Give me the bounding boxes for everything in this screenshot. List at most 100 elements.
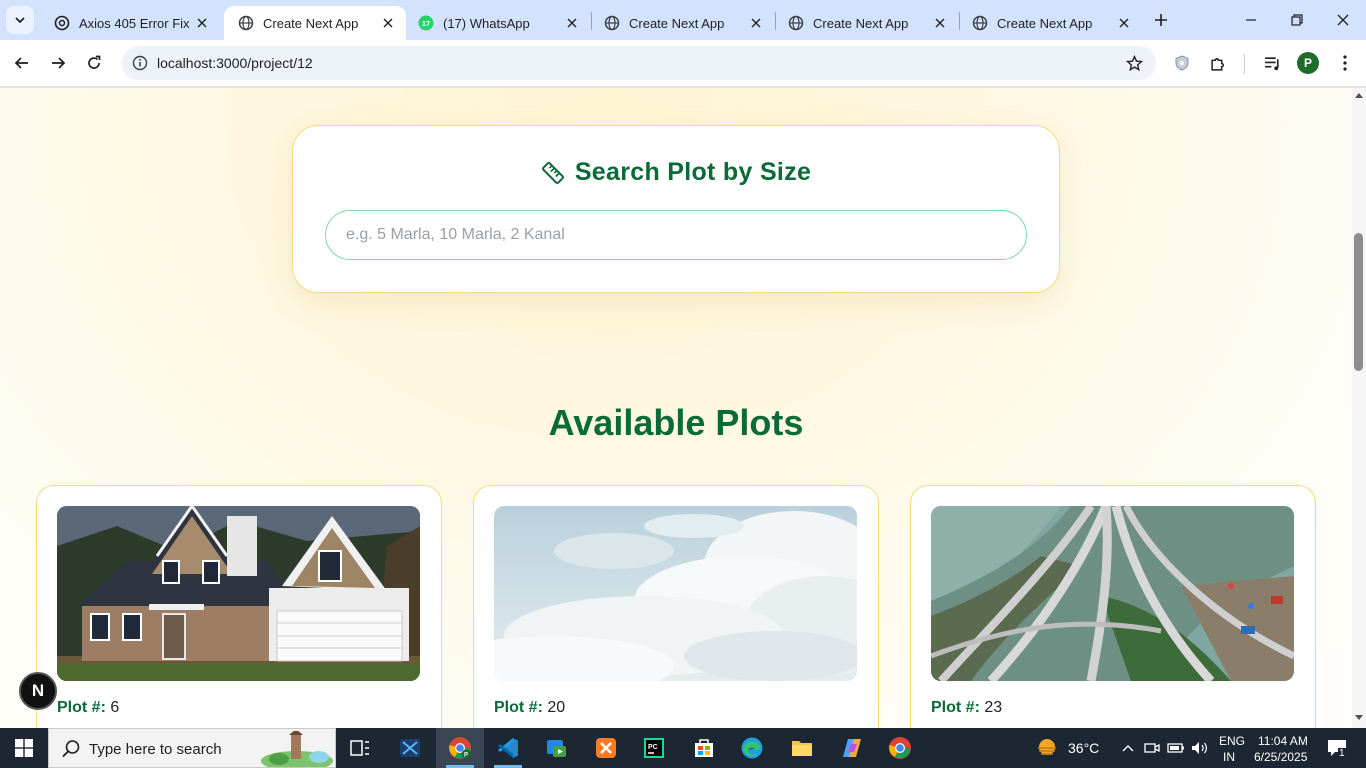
tab-whatsapp[interactable]: 17 (17) WhatsApp [404,6,590,40]
extension-shield-button[interactable] [1167,48,1197,78]
reload-icon [88,55,101,69]
language-indicator[interactable]: ENG IN [1216,732,1246,764]
back-button[interactable] [7,48,37,78]
media-player-icon [547,740,566,757]
clock[interactable]: 11:04 AM 6/25/2025 [1254,732,1318,764]
forward-button[interactable] [43,48,73,78]
tab-create-next-app[interactable]: Create Next App [590,6,774,40]
tab-title: (17) WhatsApp [443,15,530,31]
playlist-icon [1264,56,1279,70]
close-window-button[interactable] [1320,0,1366,40]
scrollbar-thumb[interactable] [1354,233,1363,371]
meet-now-icon[interactable] [1142,738,1162,758]
clock-date: 6/25/2025 [1254,750,1308,764]
vscode-icon [498,738,518,758]
taskbar-app-chrome-profile[interactable]: P [436,728,484,768]
plot-number-label: Plot #: [57,699,106,716]
tab-close-icon[interactable] [380,15,396,31]
taskbar-app-chrome[interactable] [876,728,924,768]
minimize-button[interactable] [1228,0,1274,40]
plot-number-value: 23 [984,699,1003,716]
svg-text:P: P [464,753,468,759]
chrome-icon: P [449,737,471,759]
chevron-up-icon [1122,745,1134,752]
plus-icon [1155,14,1167,26]
restore-icon [1291,14,1303,26]
xampp-icon [596,738,616,758]
tab-search-button[interactable] [6,6,34,34]
taskbar-search-box[interactable]: Type here to search [48,728,336,768]
globe-icon [788,15,804,31]
search-title-text: Search Plot by Size [574,158,812,186]
pycharm-icon: PC [644,738,664,758]
battery-icon[interactable] [1166,738,1186,758]
tab-create-next-app[interactable]: Create Next App [958,6,1142,40]
taskbar-app-xampp[interactable] [582,728,630,768]
volume-icon[interactable] [1190,738,1210,758]
address-bar[interactable]: localhost:3000/project/12 [122,46,1156,80]
reload-button[interactable] [79,48,109,78]
plot-size-search-input[interactable] [325,210,1027,260]
restore-button[interactable] [1274,0,1320,40]
close-icon [1337,14,1349,26]
tab-title: Create Next App [629,15,725,31]
more-vertical-icon [1343,55,1347,71]
plot-card[interactable]: Plot #: 6 [36,485,442,728]
bookmark-star-icon[interactable] [1124,53,1144,73]
task-view-button[interactable] [336,728,384,768]
tab-create-next-app-active[interactable]: Create Next App [224,6,406,40]
scroll-down-arrow[interactable] [1352,712,1366,724]
arrow-left-icon [14,57,28,69]
taskbar-app-pycharm[interactable]: PC [630,728,678,768]
scroll-up-arrow[interactable] [1352,89,1366,101]
start-button[interactable] [0,728,48,768]
search-card: Search Plot by Size [292,125,1060,293]
notification-center-button[interactable] [1324,738,1350,758]
clock-time: 11:04 AM [1258,734,1308,748]
taskbar-app-media-player[interactable] [532,728,580,768]
clouds-photo[interactable] [494,506,857,681]
nextjs-dev-indicator[interactable]: N [19,672,57,710]
new-tab-button[interactable] [1150,9,1172,31]
media-control-button[interactable] [1257,48,1287,78]
plot-card[interactable]: Plot #: 20 [473,485,879,728]
plot-number: Plot #: 20 [494,699,565,717]
plot-number-value: 20 [547,699,566,716]
taskbar-app-snipping[interactable] [386,728,434,768]
whatsapp-icon: 17 [418,15,434,31]
extensions-button[interactable] [1203,48,1233,78]
show-hidden-icons-button[interactable] [1118,738,1138,758]
taskbar-app-store[interactable] [680,728,728,768]
ruler-icon [541,161,564,184]
globe-icon [238,15,254,31]
tab-axios-error[interactable]: Axios 405 Error Fix [40,6,220,40]
browser-toolbar: localhost:3000/project/12 P [0,40,1366,87]
taskbar-app-vscode[interactable] [484,728,532,768]
weather-temperature[interactable]: 36°C [1068,740,1099,756]
profile-avatar[interactable]: P [1297,52,1319,74]
svg-text:17: 17 [422,19,430,28]
tab-close-icon[interactable] [564,15,580,31]
browser-menu-button[interactable] [1330,48,1360,78]
site-info-icon[interactable] [130,53,150,73]
house-photo[interactable] [57,506,420,681]
tab-close-icon[interactable] [1116,15,1132,31]
taskbar-app-copilot[interactable] [828,728,876,768]
highway-aerial-photo[interactable] [931,506,1294,681]
tab-close-icon[interactable] [748,15,764,31]
edge-icon [741,737,763,759]
tab-create-next-app[interactable]: Create Next App [774,6,958,40]
page-viewport: Search Plot by Size Available Plots [0,88,1352,728]
url-text[interactable]: localhost:3000/project/12 [157,55,313,71]
tab-close-icon[interactable] [194,15,210,31]
windows-taskbar: Type here to search P PC 36°C ENG IN 11:… [0,728,1366,768]
tab-close-icon[interactable] [932,15,948,31]
tab-title: Create Next App [263,15,359,31]
svg-text:PC: PC [648,744,658,751]
taskbar-app-file-explorer[interactable] [778,728,826,768]
plot-card[interactable]: Plot #: 23 [910,485,1316,728]
taskbar-app-edge[interactable] [728,728,776,768]
vertical-scrollbar[interactable] [1352,88,1366,728]
tab-title: Create Next App [997,15,1093,31]
available-plots-heading: Available Plots [548,402,804,443]
